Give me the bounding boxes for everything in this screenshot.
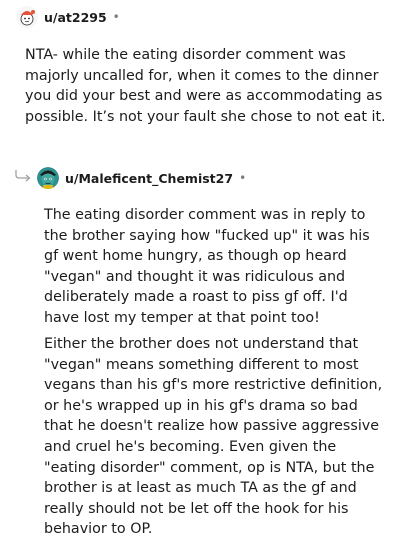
reply-arrow-icon [15, 170, 31, 182]
separator-dot: • [239, 171, 247, 185]
comment-thread: u/at2295 • NTA- while the eating disorde… [0, 0, 400, 546]
top-comment-header: u/at2295 • [16, 2, 120, 32]
comment-body: NTA- while the eating disorder comment w… [25, 45, 393, 127]
username[interactable]: u/at2295 [44, 10, 107, 25]
user-avatar[interactable] [37, 167, 59, 189]
user-avatar[interactable] [16, 6, 38, 28]
separator-dot: • [112, 10, 120, 24]
reply-paragraph-1: The eating disorder comment was in reply… [44, 207, 370, 326]
reply-body: The eating disorder comment was in reply… [44, 205, 384, 540]
username[interactable]: u/Maleficent_Chemist27 [65, 171, 233, 186]
reply-paragraph-2: Either the brother does not understand t… [44, 336, 383, 538]
reply-comment-header: u/Maleficent_Chemist27 • [37, 163, 246, 193]
comment-text: NTA- while the eating disorder comment w… [25, 47, 386, 125]
